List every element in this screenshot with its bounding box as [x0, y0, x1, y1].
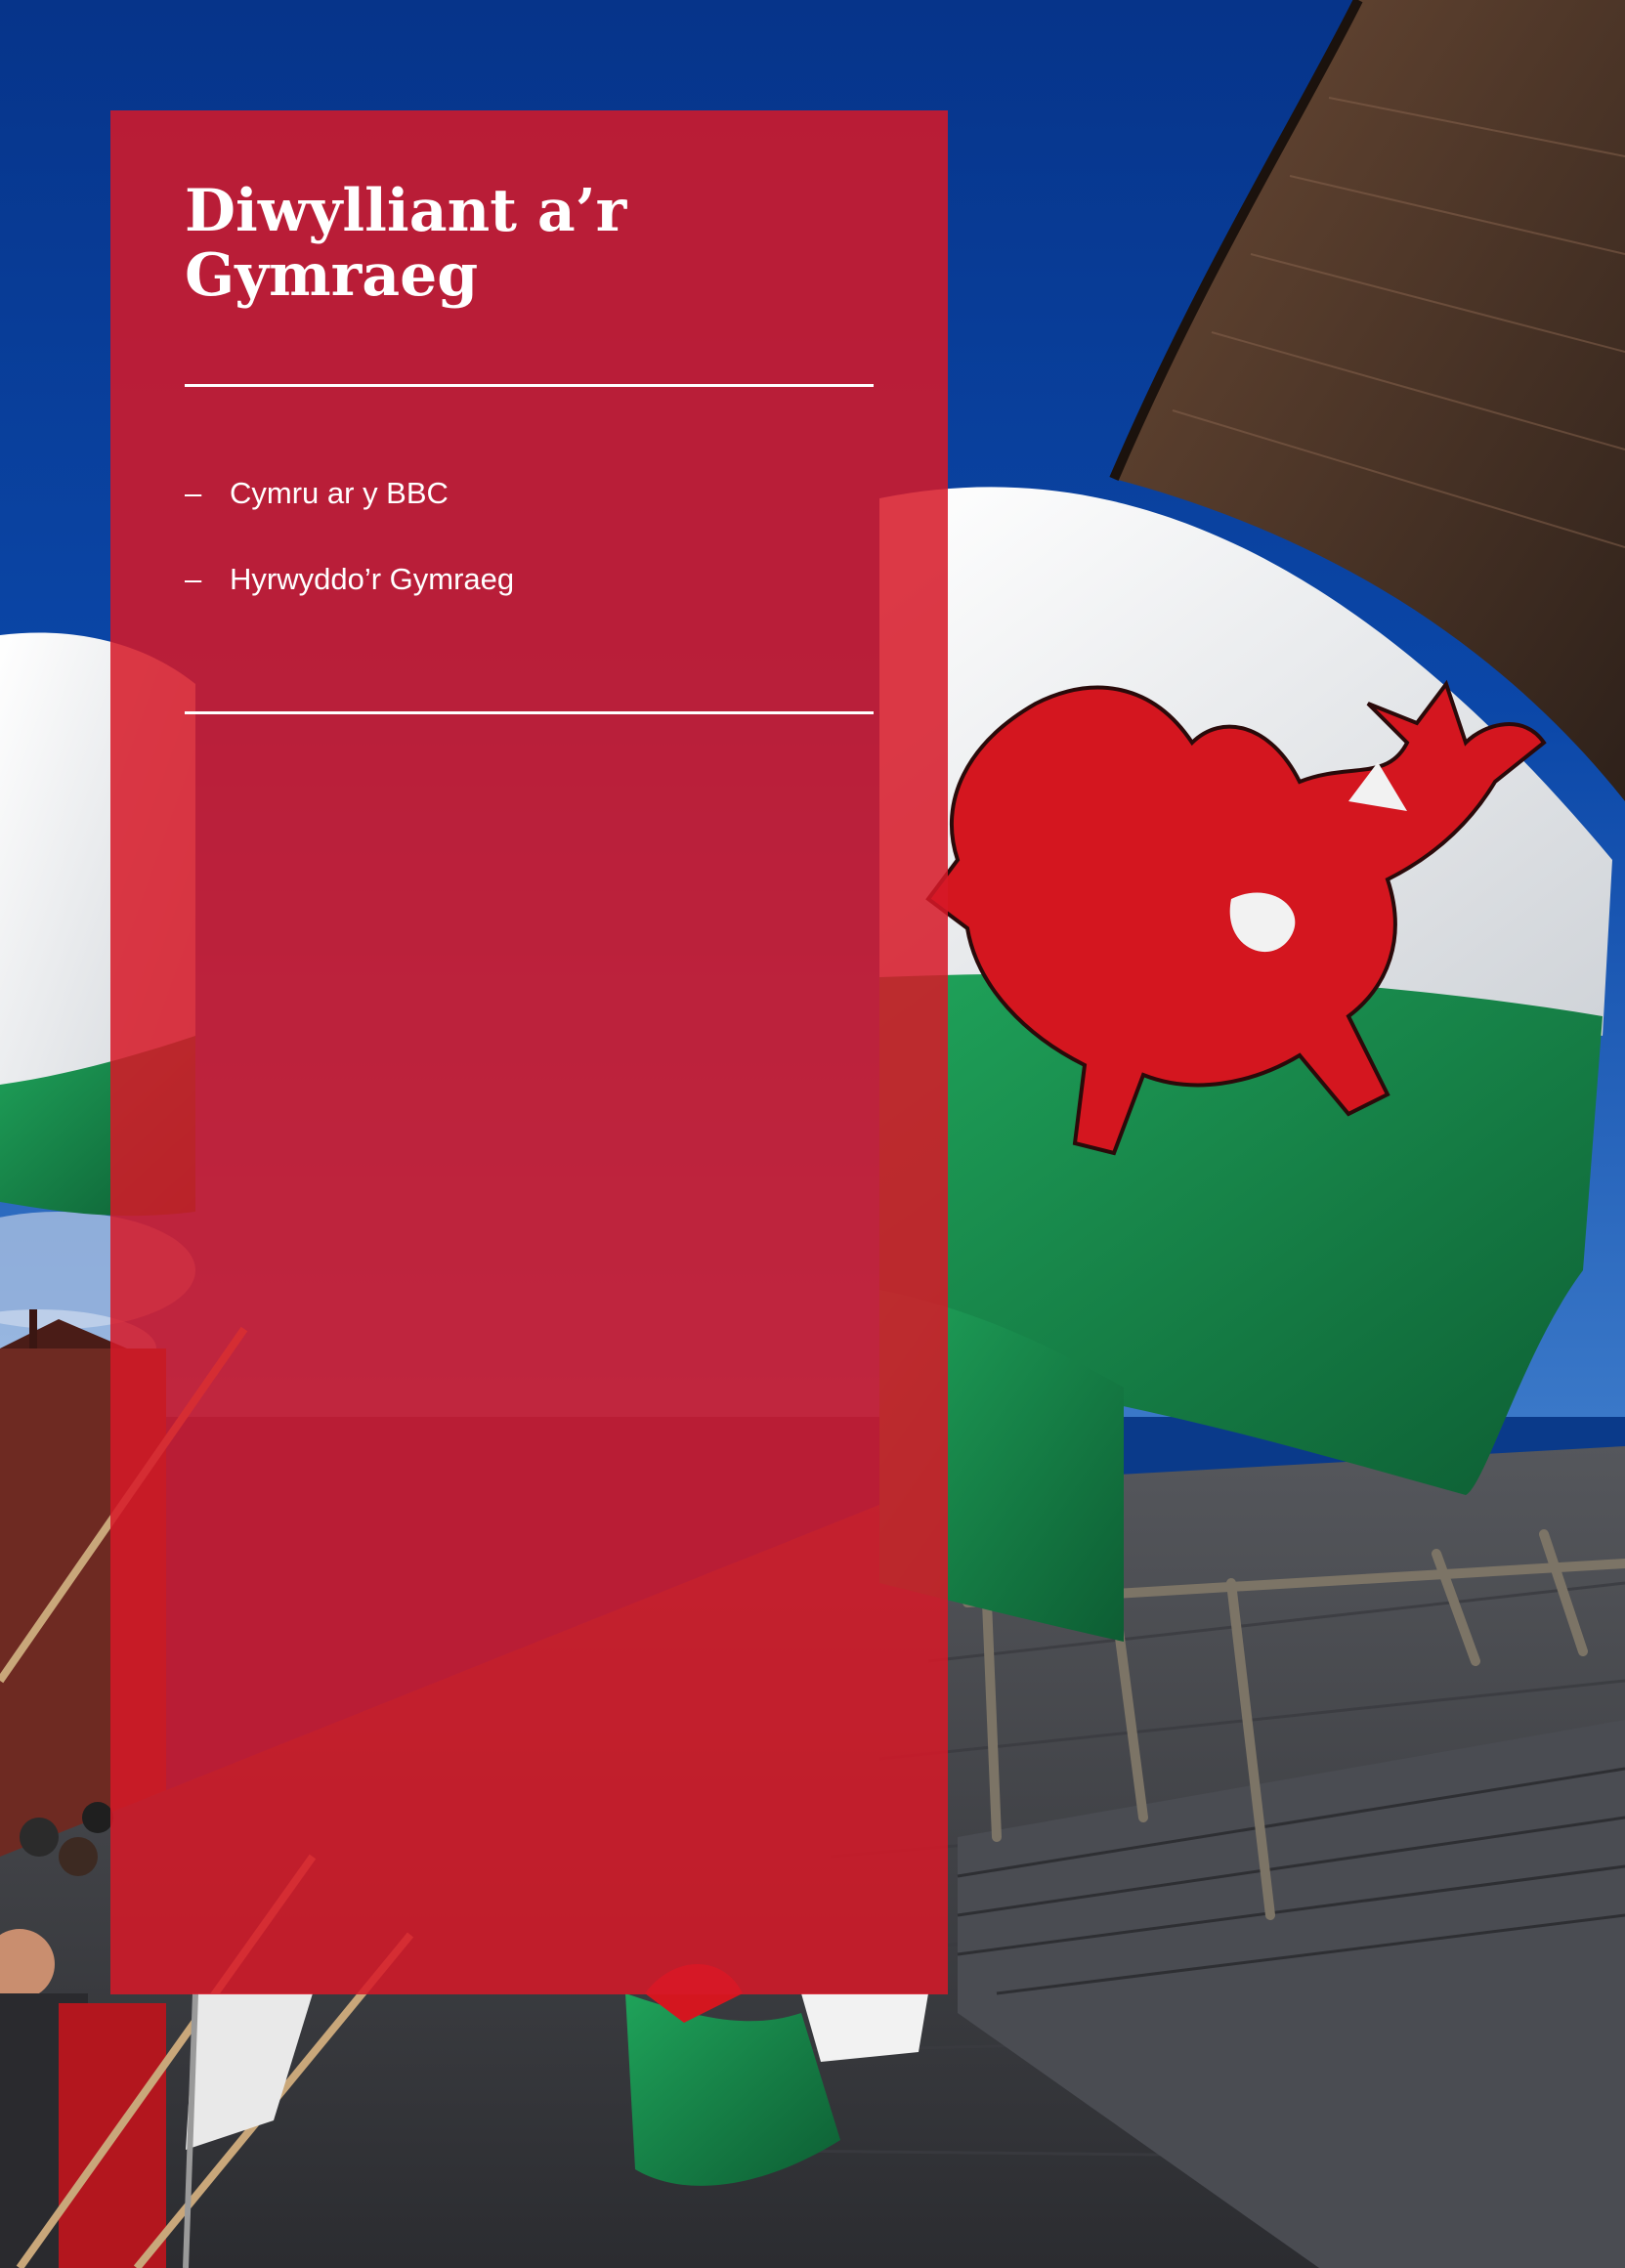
- contents-item-cymru-ar-y-bbc[interactable]: – Cymru ar y BBC: [185, 472, 514, 515]
- contents-item-label: Cymru ar y BBC: [230, 476, 449, 510]
- title-panel: Diwylliant a’r Gymraeg – Cymru ar y BBC …: [110, 110, 948, 1994]
- list-dash: –: [185, 476, 202, 510]
- contents-list: – Cymru ar y BBC – Hyrwyddo’r Gymraeg: [185, 472, 514, 644]
- contents-item-hyrwyddor-gymraeg[interactable]: – Hyrwyddo’r Gymraeg: [185, 558, 514, 601]
- bottom-divider: [185, 711, 874, 714]
- cover-page: Diwylliant a’r Gymraeg – Cymru ar y BBC …: [0, 0, 1625, 2268]
- page-title: Diwylliant a’r Gymraeg: [185, 177, 627, 310]
- contents-item-label: Hyrwyddo’r Gymraeg: [230, 562, 515, 596]
- top-divider: [185, 384, 874, 387]
- list-dash: –: [185, 562, 202, 596]
